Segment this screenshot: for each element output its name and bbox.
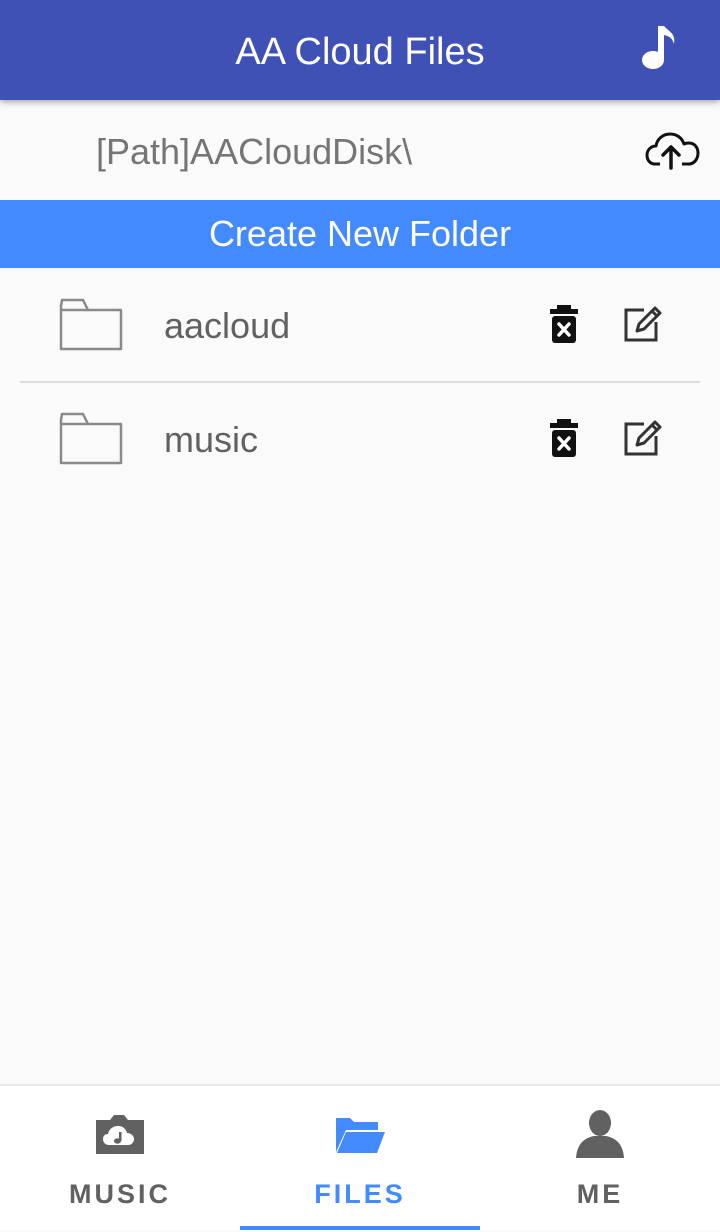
music-note-icon: [642, 26, 675, 69]
trash-icon: [550, 419, 578, 457]
tab-label-me: ME: [576, 1179, 624, 1209]
path-bar: [Path]AACloudDisk\: [0, 100, 720, 264]
list-item[interactable]: music: [0, 382, 720, 496]
edit-icon: [624, 420, 662, 456]
app-title: AA Cloud Files: [235, 31, 485, 73]
current-path: [Path]AACloudDisk\: [96, 131, 413, 172]
tab-label-files: FILES: [314, 1179, 406, 1209]
list-item[interactable]: aacloud: [0, 268, 720, 383]
music-player-button[interactable]: [632, 22, 680, 76]
app-bar: AA Cloud Files: [0, 0, 720, 100]
delete-button[interactable]: [546, 418, 582, 458]
trash-icon: [550, 305, 578, 343]
folder-name: music: [164, 419, 259, 460]
bottom-navigation: MUSIC FILES ME: [0, 1084, 720, 1230]
delete-button[interactable]: [546, 304, 582, 344]
cloud-upload-icon: [645, 132, 700, 170]
person-icon: [576, 1110, 624, 1158]
active-tab-indicator: [240, 1226, 480, 1230]
edit-button[interactable]: [622, 304, 664, 344]
folder-icon: [59, 412, 123, 465]
tab-files[interactable]: FILES: [240, 1086, 480, 1232]
tab-music[interactable]: MUSIC: [0, 1086, 240, 1232]
folder-name: aacloud: [164, 305, 291, 346]
folder-icon: [59, 298, 123, 351]
create-new-folder-button[interactable]: Create New Folder: [0, 200, 720, 268]
tab-label-music: MUSIC: [69, 1179, 171, 1209]
upload-button[interactable]: [644, 128, 700, 172]
cloud-music-folder-icon: [96, 1115, 144, 1154]
open-folder-icon: [336, 1118, 385, 1153]
tab-me[interactable]: ME: [480, 1086, 720, 1232]
edit-button[interactable]: [622, 418, 664, 458]
edit-icon: [624, 306, 662, 342]
